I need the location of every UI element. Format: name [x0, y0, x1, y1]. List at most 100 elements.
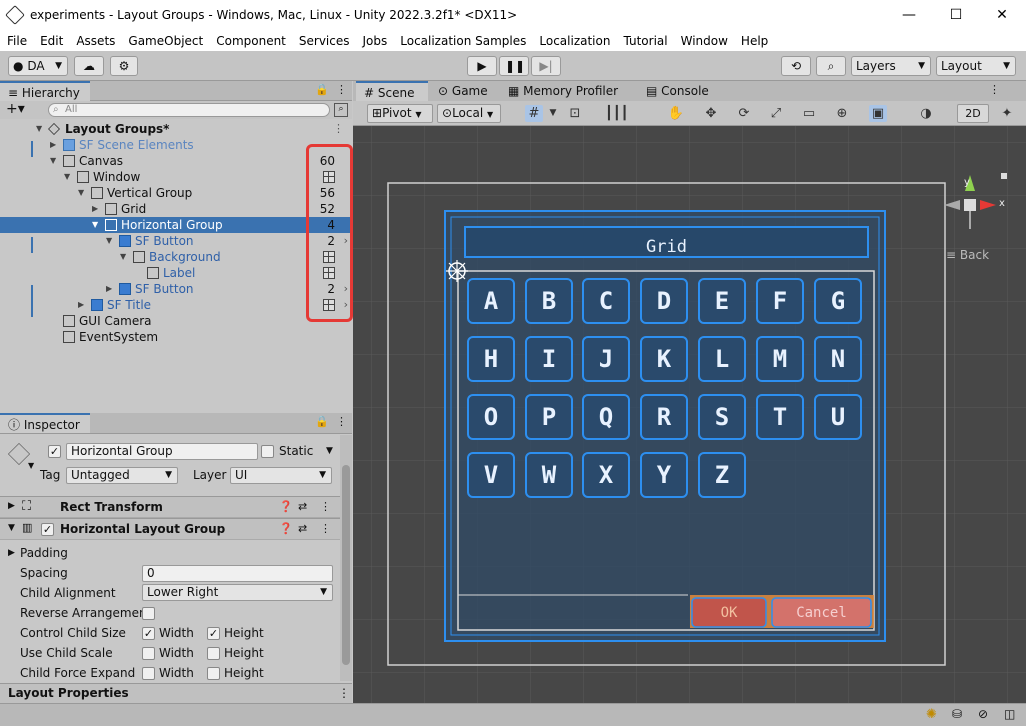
- minimize-button[interactable]: —: [898, 4, 920, 26]
- menu-window[interactable]: Window: [674, 31, 734, 51]
- menu-component[interactable]: Component: [209, 31, 292, 51]
- hierarchy-row[interactable]: ▶ SF Scene Elements: [0, 137, 352, 153]
- scene-visibility-icon[interactable]: ⌕: [334, 103, 348, 117]
- control-height-checkbox[interactable]: ✓: [207, 627, 220, 640]
- tab-inspector[interactable]: ⓘ Inspector: [0, 413, 90, 433]
- more-menu-icon[interactable]: ⋮: [338, 686, 350, 700]
- 2d-toggle-button[interactable]: 2D: [957, 104, 989, 123]
- hierarchy-search-input[interactable]: ⌕ All: [48, 103, 330, 117]
- menu-file[interactable]: File: [0, 31, 33, 51]
- add-icon[interactable]: +▾: [6, 101, 25, 117]
- pause-button[interactable]: ❚❚: [499, 56, 529, 76]
- key-z[interactable]: Z: [698, 452, 746, 498]
- pivot-dropdown[interactable]: ⊞Pivot ▼: [367, 104, 433, 123]
- fold-open-icon[interactable]: ▼: [78, 185, 84, 201]
- lock-icon[interactable]: 🔒: [315, 415, 329, 428]
- expand-width-checkbox[interactable]: [142, 667, 155, 680]
- ok-button[interactable]: OK: [692, 605, 766, 621]
- key-g[interactable]: G: [814, 278, 862, 324]
- progress-icon[interactable]: ✺: [926, 707, 937, 722]
- cancel-button[interactable]: Cancel: [772, 605, 871, 621]
- grid-snap-icon[interactable]: #: [525, 105, 543, 122]
- more-menu-icon[interactable]: ⋮: [336, 415, 347, 428]
- menu-gameobject[interactable]: GameObject: [121, 31, 209, 51]
- object-name-field[interactable]: Horizontal Group: [66, 443, 258, 460]
- lighting-icon[interactable]: ✦: [998, 105, 1016, 122]
- layers-dropdown[interactable]: Layers ▼: [851, 56, 931, 76]
- child-alignment-dropdown[interactable]: Lower Right ▼: [142, 584, 333, 601]
- key-i[interactable]: I: [525, 336, 573, 382]
- key-w[interactable]: W: [525, 452, 573, 498]
- component-header-horizontal-layout-group[interactable]: ▼ ▥ ✓ Horizontal Layout Group ❓ ⇄ ⋮: [0, 518, 340, 540]
- fold-closed-icon[interactable]: ▶: [78, 297, 84, 313]
- key-a[interactable]: A: [467, 278, 515, 324]
- scale-height-checkbox[interactable]: [207, 647, 220, 660]
- key-q[interactable]: Q: [582, 394, 630, 440]
- menu-help[interactable]: Help: [734, 31, 774, 51]
- hierarchy-row[interactable]: ▶ Grid 52: [0, 201, 352, 217]
- menu-tutorial[interactable]: Tutorial: [616, 31, 673, 51]
- transform-tool-icon[interactable]: ⊕: [833, 105, 851, 122]
- inspector-scrollbar[interactable]: [340, 435, 352, 681]
- fold-closed-icon[interactable]: ▶: [92, 201, 98, 217]
- more-menu-icon[interactable]: ⋮: [333, 121, 344, 137]
- menu-services[interactable]: Services: [292, 31, 356, 51]
- key-p[interactable]: P: [525, 394, 573, 440]
- chevron-down-icon[interactable]: ▼: [28, 461, 34, 470]
- menu-assets[interactable]: Assets: [69, 31, 121, 51]
- more-menu-icon[interactable]: ⋮: [320, 522, 331, 535]
- key-v[interactable]: V: [467, 452, 515, 498]
- key-b[interactable]: B: [525, 278, 573, 324]
- scale-width-checkbox[interactable]: [142, 647, 155, 660]
- search-button[interactable]: ⌕: [816, 56, 846, 76]
- layer-dropdown[interactable]: UI ▼: [230, 467, 332, 484]
- menu-localization-samples[interactable]: Localization Samples: [393, 31, 532, 51]
- fold-open-icon[interactable]: ▼: [64, 169, 70, 185]
- maximize-button[interactable]: ☐: [945, 4, 967, 26]
- help-icon[interactable]: ❓: [279, 522, 293, 535]
- menu-jobs[interactable]: Jobs: [356, 31, 394, 51]
- scene-canvas[interactable]: [353, 81, 1026, 703]
- ruler-icon[interactable]: ┃┃┃: [605, 105, 628, 122]
- hand-tool-icon[interactable]: ✋: [667, 105, 685, 122]
- more-menu-icon[interactable]: ⋮: [320, 500, 331, 513]
- fold-closed-icon[interactable]: ▶: [8, 501, 15, 511]
- static-checkbox[interactable]: [261, 445, 274, 458]
- key-t[interactable]: T: [756, 394, 804, 440]
- key-k[interactable]: K: [640, 336, 688, 382]
- hierarchy-status-icon[interactable]: ◫: [1004, 707, 1015, 721]
- active-checkbox[interactable]: ✓: [48, 445, 61, 458]
- tab-game[interactable]: ⊙ Game: [430, 81, 496, 101]
- component-enabled-checkbox[interactable]: ✓: [41, 523, 54, 536]
- key-o[interactable]: O: [467, 394, 515, 440]
- key-h[interactable]: H: [467, 336, 515, 382]
- component-header-rect-transform[interactable]: ▶ ⛶ Rect Transform ❓ ⇄ ⋮: [0, 496, 340, 518]
- key-s[interactable]: S: [698, 394, 746, 440]
- gizmo-lock-icon[interactable]: [1001, 173, 1007, 179]
- hierarchy-row[interactable]: ▶ SF Title ›: [0, 297, 352, 313]
- help-icon[interactable]: ❓: [279, 500, 293, 513]
- tab-memory-profiler[interactable]: ▦ Memory Profiler: [500, 81, 626, 101]
- account-dropdown[interactable]: ● DA ▼: [8, 56, 68, 76]
- reverse-arrangement-checkbox[interactable]: [142, 607, 155, 620]
- hierarchy-row[interactable]: Label: [0, 265, 352, 281]
- key-j[interactable]: J: [582, 336, 630, 382]
- layout-properties-bar[interactable]: Layout Properties ⋮: [0, 683, 352, 703]
- hierarchy-row[interactable]: GUI Camera: [0, 313, 352, 329]
- increment-snap-icon[interactable]: ⊡: [566, 105, 584, 122]
- spacing-input[interactable]: 0: [142, 565, 333, 582]
- scene-view[interactable]: A B C D E F G H I J K L M N O P Q R S T …: [353, 81, 1026, 703]
- fold-closed-icon[interactable]: ▶: [8, 548, 15, 558]
- fold-open-icon[interactable]: ▼: [106, 233, 112, 249]
- key-d[interactable]: D: [640, 278, 688, 324]
- fold-open-icon[interactable]: ▼: [120, 249, 126, 265]
- fold-open-icon[interactable]: ▼: [8, 523, 15, 533]
- fold-open-icon[interactable]: ▼: [50, 153, 56, 169]
- shading-mode-icon[interactable]: ◑: [917, 105, 935, 122]
- key-e[interactable]: E: [698, 278, 746, 324]
- presets-icon[interactable]: ⇄: [298, 500, 307, 513]
- presets-icon[interactable]: ⇄: [298, 522, 307, 535]
- control-width-checkbox[interactable]: ✓: [142, 627, 155, 640]
- debug-icon[interactable]: ⊘: [978, 707, 988, 721]
- cloud-button[interactable]: ☁: [74, 56, 104, 76]
